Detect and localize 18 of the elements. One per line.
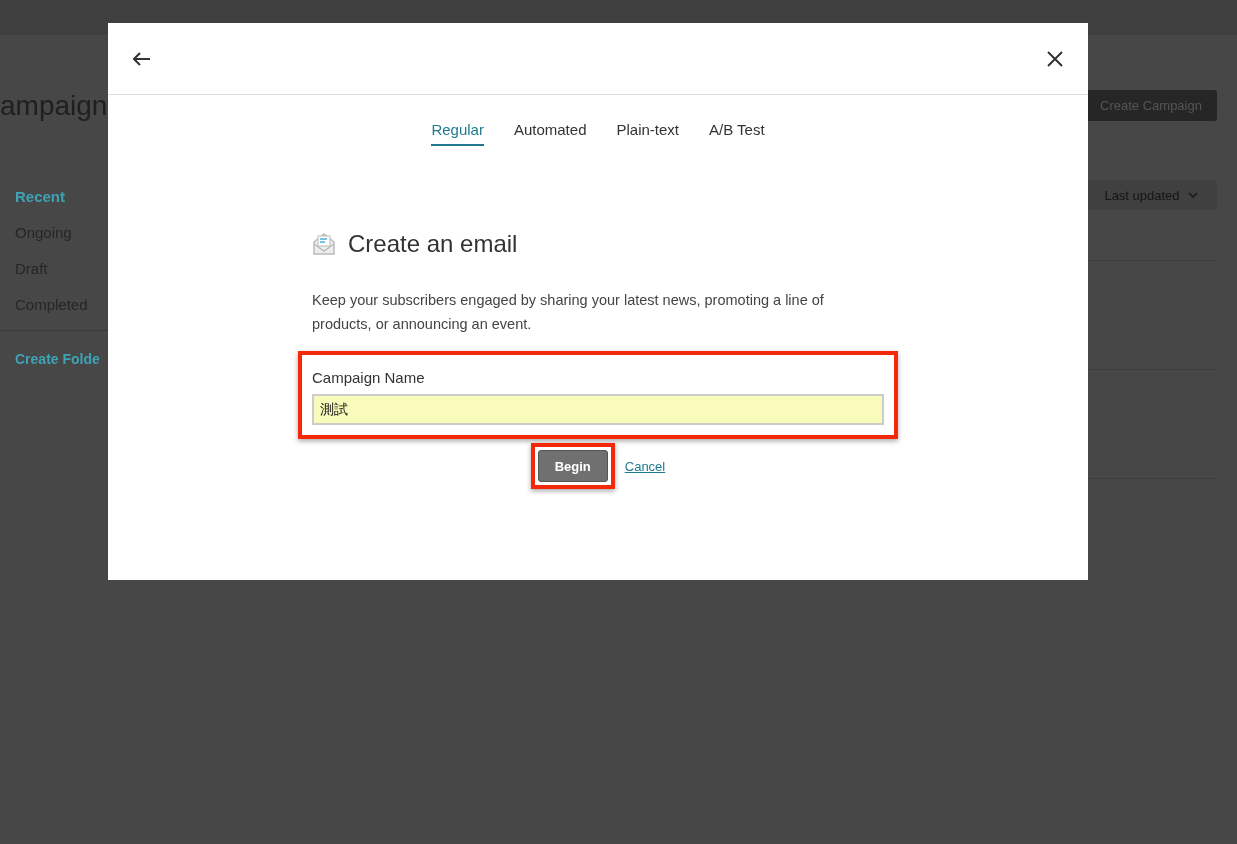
- back-arrow-icon: [133, 51, 151, 66]
- chevron-down-icon: [1187, 191, 1198, 199]
- description: Keep your subscribers engaged by sharing your latest news, promoting a line of products, or announcing an event.: [312, 291, 825, 334]
- tab[interactable]: Regular: [431, 121, 484, 146]
- back-button[interactable]: [133, 51, 151, 66]
- close-icon: [1047, 50, 1063, 67]
- tab[interactable]: A/B Test: [709, 121, 765, 146]
- create-folder-link[interactable]: Create Folde: [15, 351, 100, 367]
- cancel-link[interactable]: Cancel: [624, 458, 666, 474]
- field-label: Campaign Name: [312, 369, 426, 386]
- close-button[interactable]: [1047, 50, 1063, 67]
- sidebar-item[interactable]: Recent: [15, 186, 108, 208]
- envelope-icon: [312, 232, 336, 256]
- tab[interactable]: Automated: [513, 121, 587, 146]
- tab[interactable]: Plain-text: [616, 121, 679, 146]
- begin-button[interactable]: Begin: [537, 450, 608, 482]
- campaign-name-field[interactable]: 測試: [312, 394, 884, 425]
- dialog-heading: Create an email: [348, 230, 518, 258]
